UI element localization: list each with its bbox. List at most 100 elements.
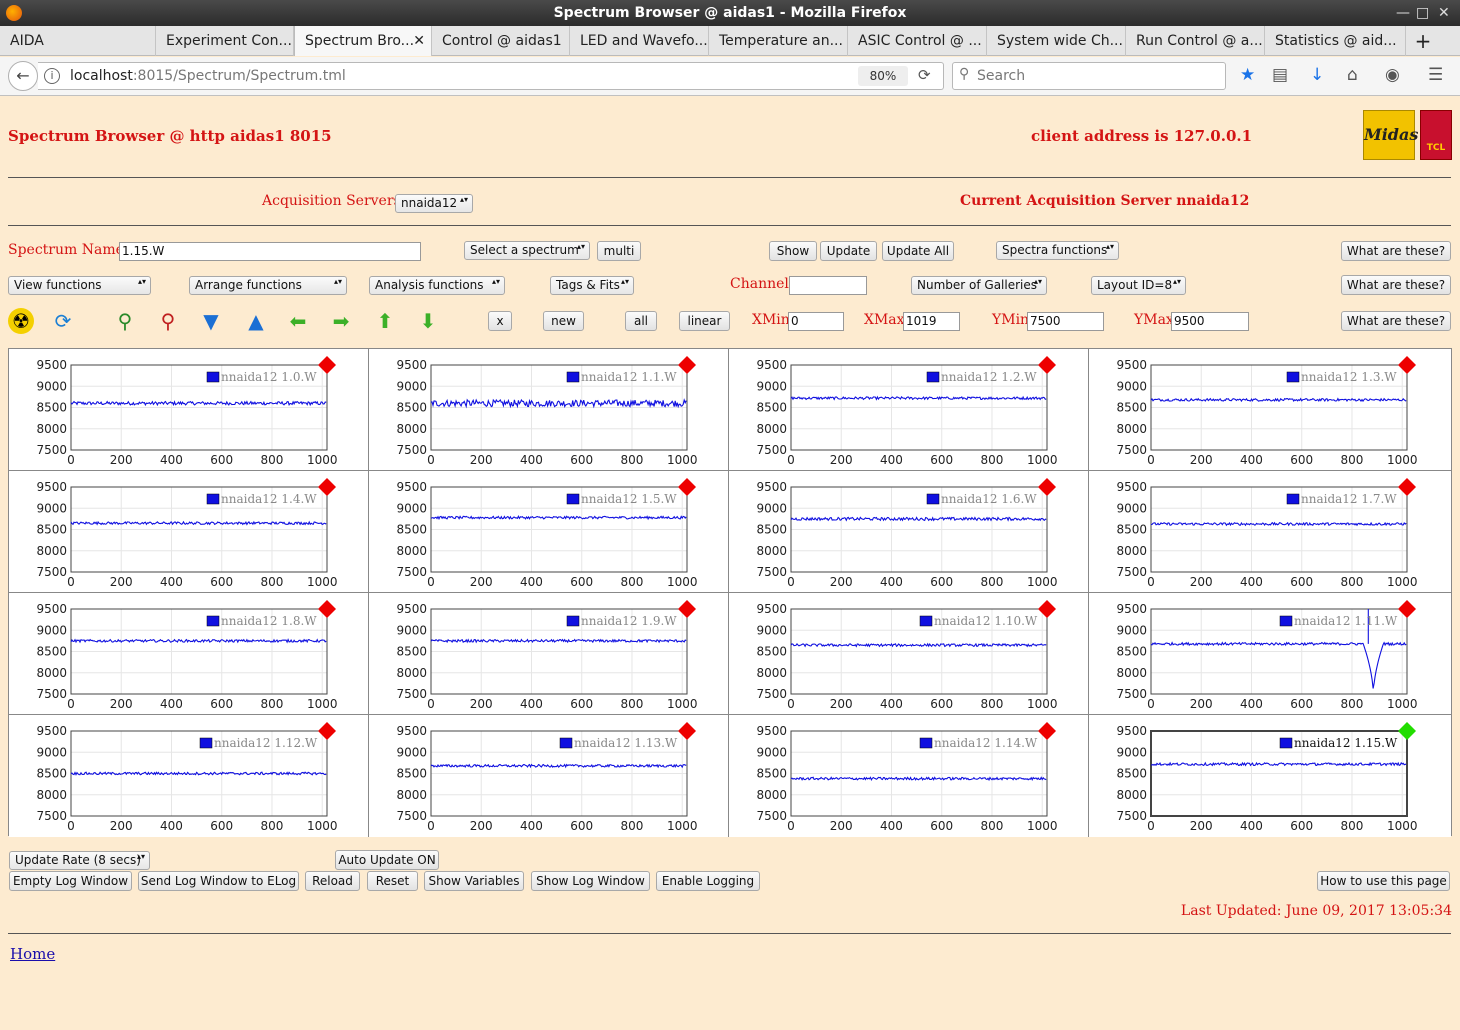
expand-y-icon[interactable]: ▼	[198, 308, 224, 334]
refresh-icon[interactable]: ⟳	[50, 308, 76, 334]
spectra-functions-dropdown[interactable]: Spectra functions	[996, 241, 1119, 260]
spectrum-panel[interactable]: 9500 9000 8500 8000 7500 0 200 400 600 800 1000 nna…	[369, 471, 729, 593]
status-diamond-icon[interactable]	[678, 356, 696, 374]
show-variables-button[interactable]: Show Variables	[424, 871, 524, 891]
show-button[interactable]: Show	[769, 241, 817, 261]
what-are-these-button-3[interactable]: What are these?	[1341, 311, 1451, 331]
reload-icon[interactable]: ⟳	[918, 66, 931, 84]
tab-led-waveform[interactable]: LED and Wavefo...	[570, 26, 709, 56]
menu-icon[interactable]: ☰	[1428, 65, 1443, 85]
zoom-out-icon[interactable]: ⚲	[155, 308, 181, 334]
spectrum-panel[interactable]: 9500 9000 8500 8000 7500 0 200 400 600 800 1000 nna…	[369, 349, 729, 471]
status-diamond-icon[interactable]	[318, 478, 336, 496]
home-icon[interactable]: ⌂	[1347, 65, 1358, 85]
new-tab-button[interactable]: +	[1406, 26, 1440, 55]
arrow-left-icon[interactable]: ⬅	[285, 308, 311, 334]
spectrum-panel[interactable]: 9500 9000 8500 8000 7500 0 200 400 600 800 1000 nna…	[9, 349, 369, 471]
tab-experiment-control[interactable]: Experiment Con...	[156, 26, 294, 56]
status-diamond-icon[interactable]	[1398, 600, 1416, 618]
analysis-functions-dropdown[interactable]: Analysis functions	[369, 276, 505, 295]
spectrum-chart[interactable]: 9500 9000 8500 8000 75000 200 400 600 800 1000 nna…	[9, 593, 369, 715]
tab-temperature[interactable]: Temperature an...	[709, 26, 848, 56]
auto-update-button[interactable]: Auto Update ON	[335, 850, 439, 870]
spectrum-chart[interactable]: 9500 9000 8500 8000 75000 200 400 600 800 1000 nna…	[1089, 349, 1449, 471]
tab-run-control[interactable]: Run Control @ a...	[1126, 26, 1265, 56]
status-diamond-icon[interactable]	[678, 722, 696, 740]
spectrum-chart[interactable]: 9500 9000 8500 8000 75000 200 400 600 800 1000 nna…	[729, 593, 1089, 715]
spectrum-panel[interactable]: 9500 9000 8500 8000 7500 0 200 400 600 800 1000 nna…	[729, 593, 1089, 715]
tab-aida[interactable]: AIDA	[0, 26, 156, 56]
what-are-these-button-2[interactable]: What are these?	[1341, 275, 1451, 295]
radiation-icon[interactable]: ☢	[8, 308, 34, 334]
search-input[interactable]: ⚲ Search	[952, 62, 1226, 90]
back-button[interactable]: ←	[8, 61, 38, 91]
tab-asic-control[interactable]: ASIC Control @ ...	[848, 26, 987, 56]
spectrum-panel[interactable]: 9500 9000 8500 8000 7500 0 200 400 600 800 1000 nna…	[729, 715, 1089, 837]
url-bar[interactable]: i localhost:8015/Spectrum/Spectrum.tml 8…	[38, 62, 944, 90]
empty-log-window-button[interactable]: Empty Log Window	[9, 871, 132, 891]
arrow-down-icon[interactable]: ⬇	[415, 308, 441, 334]
spectrum-chart[interactable]: 9500 9000 8500 8000 75000 200 400 600 800 1000 nna…	[1089, 593, 1449, 715]
spectrum-chart[interactable]: 9500 9000 8500 8000 75000 200 400 600 800 1000 nna…	[369, 593, 729, 715]
how-to-use-button[interactable]: How to use this page	[1317, 871, 1450, 891]
new-button[interactable]: new	[543, 311, 584, 331]
download-icon[interactable]: ↓	[1310, 65, 1324, 85]
status-diamond-icon[interactable]	[1398, 356, 1416, 374]
status-diamond-icon[interactable]	[1038, 356, 1056, 374]
layout-id-dropdown[interactable]: Layout ID=8	[1091, 276, 1186, 295]
tab-spectrum-browser[interactable]: Spectrum Bro... ✕	[294, 26, 432, 56]
minimize-icon[interactable]: —	[1396, 0, 1410, 26]
spectrum-chart[interactable]: 9500 9000 8500 8000 75000 200 400 600 800 1000 nna…	[369, 349, 729, 471]
spectrum-panel[interactable]: 9500 9000 8500 8000 7500 0 200 400 600 800 1000 nna…	[9, 593, 369, 715]
close-window-icon[interactable]: ✕	[1438, 0, 1450, 26]
home-link[interactable]: Home	[10, 945, 55, 963]
select-spectrum-dropdown[interactable]: Select a spectrum	[464, 241, 590, 260]
arrow-right-icon[interactable]: ➡	[328, 308, 354, 334]
maximize-icon[interactable]: □	[1416, 0, 1429, 26]
spectrum-name-input[interactable]: 1.15.W	[119, 242, 421, 261]
spectrum-chart[interactable]: 9500 9000 8500 8000 75000 200 400 600 800 1000 nna…	[1089, 715, 1449, 837]
status-diamond-icon[interactable]	[1038, 600, 1056, 618]
spectrum-panel[interactable]: 9500 9000 8500 8000 7500 0 200 400 600 800 1000 nna…	[729, 471, 1089, 593]
spectrum-chart[interactable]: 9500 9000 8500 8000 75000 200 400 600 800 1000 nna…	[729, 349, 1089, 471]
tab-control[interactable]: Control @ aidas1	[432, 26, 570, 56]
spectrum-chart[interactable]: 9500 9000 8500 8000 75000 200 400 600 800 1000 nna…	[729, 471, 1089, 593]
enable-logging-button[interactable]: Enable Logging	[656, 871, 760, 891]
spectrum-panel[interactable]: 9500 9000 8500 8000 7500 0 200 400 600 800 1000 nna…	[729, 349, 1089, 471]
x-button[interactable]: x	[488, 311, 512, 331]
acquisition-server-select[interactable]: nnaida12	[395, 194, 473, 213]
spectrum-chart[interactable]: 9500 9000 8500 8000 75000 200 400 600 800 1000 nna…	[9, 715, 369, 837]
spectrum-chart[interactable]: 9500 9000 8500 8000 75000 200 400 600 800 1000 nna…	[9, 471, 369, 593]
spectrum-chart[interactable]: 9500 9000 8500 8000 75000 200 400 600 800 1000 nna…	[9, 349, 369, 471]
view-functions-dropdown[interactable]: View functions	[8, 276, 151, 295]
spectrum-panel[interactable]: 9500 9000 8500 8000 7500 0 200 400 600 800 1000 nna…	[369, 593, 729, 715]
tab-statistics[interactable]: Statistics @ aid...	[1265, 26, 1406, 56]
spectrum-panel[interactable]: 9500 9000 8500 8000 7500 0 200 400 600 800 1000 nna…	[9, 471, 369, 593]
arrange-functions-dropdown[interactable]: Arrange functions	[189, 276, 347, 295]
xmax-input[interactable]: 1019	[903, 312, 960, 331]
reset-button[interactable]: Reset	[367, 871, 418, 891]
update-button[interactable]: Update	[820, 241, 877, 261]
ymin-input[interactable]: 7500	[1027, 312, 1104, 331]
linear-button[interactable]: linear	[679, 311, 730, 331]
zoom-indicator[interactable]: 80%	[858, 66, 908, 86]
channel-input[interactable]	[789, 276, 867, 295]
number-of-galleries-dropdown[interactable]: Number of Galleries	[911, 276, 1047, 295]
zoom-in-icon[interactable]: ⚲	[112, 308, 138, 334]
status-diamond-icon[interactable]	[1038, 478, 1056, 496]
spectrum-panel[interactable]: 9500 9000 8500 8000 7500 0 200 400 600 800 1000 nna…	[9, 715, 369, 837]
site-info-icon[interactable]: i	[44, 68, 60, 84]
show-log-window-button[interactable]: Show Log Window	[531, 871, 650, 891]
spectrum-panel[interactable]: 9500 9000 8500 8000 7500 0 200 400 600 800 1000 nna…	[1089, 471, 1451, 593]
send-log-to-elog-button[interactable]: Send Log Window to ELog	[138, 871, 299, 891]
status-diamond-icon[interactable]	[1398, 722, 1416, 740]
status-diamond-icon[interactable]	[318, 722, 336, 740]
spectrum-chart[interactable]: 9500 9000 8500 8000 75000 200 400 600 800 1000 nna…	[369, 715, 729, 837]
spectrum-panel[interactable]: 9500 9000 8500 8000 7500 0 200 400 600 800 1000 nna…	[1089, 593, 1451, 715]
ymax-input[interactable]: 9500	[1171, 312, 1249, 331]
status-diamond-icon[interactable]	[318, 356, 336, 374]
compress-y-icon[interactable]: ▲	[243, 308, 269, 334]
status-diamond-icon[interactable]	[1398, 478, 1416, 496]
update-rate-dropdown[interactable]: Update Rate (8 secs)	[9, 851, 150, 870]
multi-button[interactable]: multi	[597, 241, 641, 261]
